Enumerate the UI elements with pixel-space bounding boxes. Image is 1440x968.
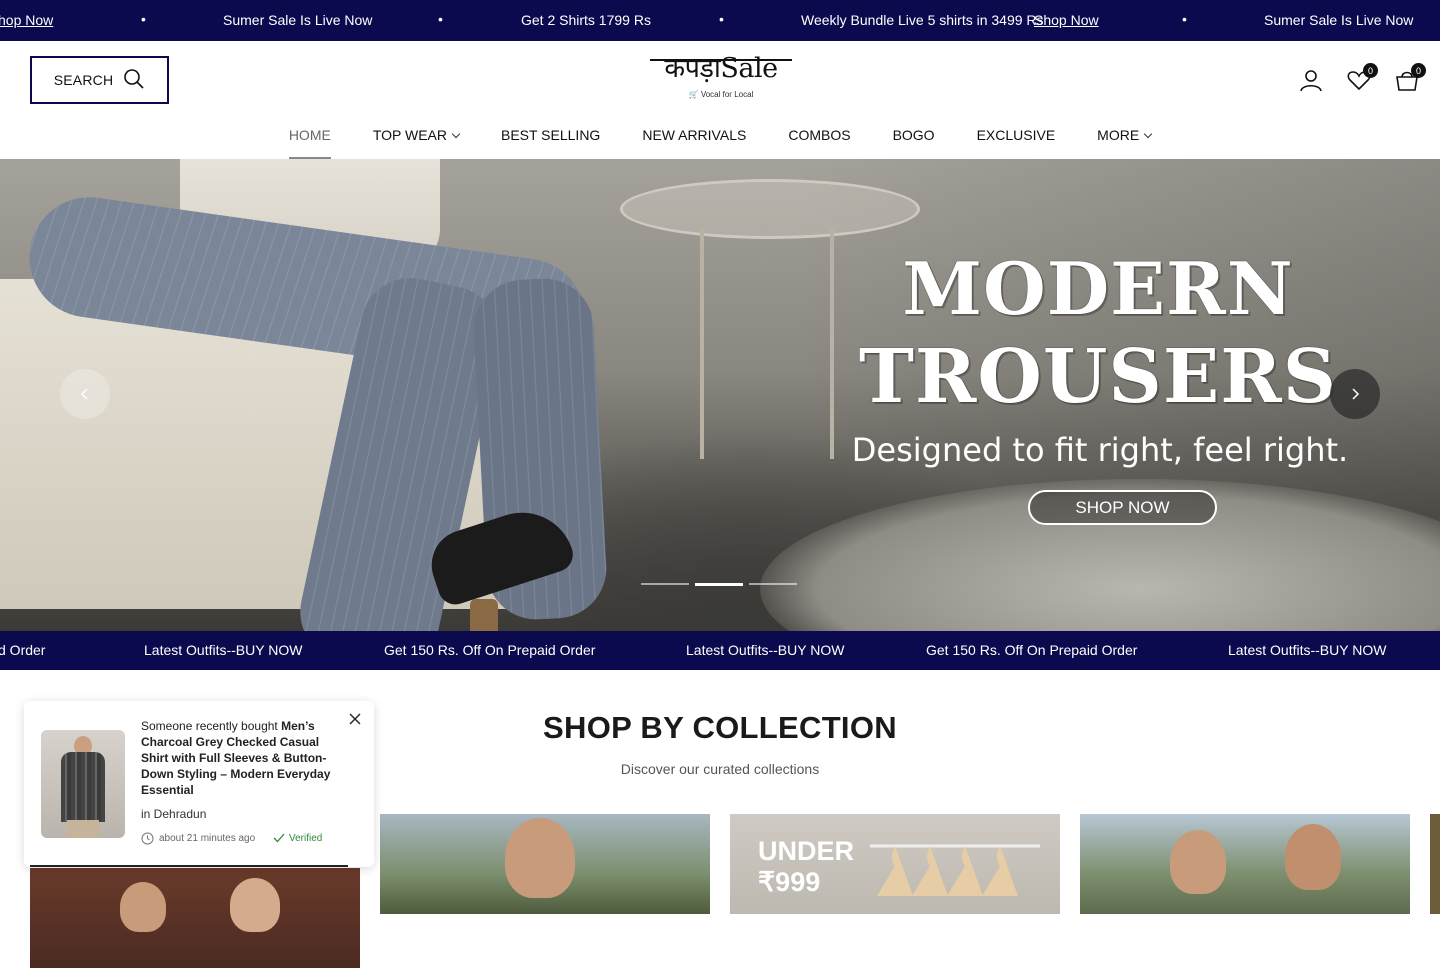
slider-dot[interactable] <box>749 583 797 585</box>
nav-bogo[interactable]: BOGO <box>872 127 956 159</box>
card-model-shape <box>230 878 280 932</box>
collection-card[interactable] <box>30 868 360 968</box>
promo-text[interactable]: Latest Outfits--BUY NOW <box>144 642 302 658</box>
wishlist-count-badge: 0 <box>1363 63 1378 78</box>
promo-text: Get 150 Rs. Off On Prepaid Order <box>926 642 1138 658</box>
hero-title: MODERN TROUSERS <box>858 245 1338 421</box>
slider-next-button[interactable] <box>1330 369 1380 419</box>
hanger-rack-icon <box>870 844 1040 896</box>
hero-shop-now-button[interactable]: SHOP NOW <box>1028 490 1217 525</box>
wishlist-icon[interactable]: 0 <box>1346 63 1378 93</box>
announcement-text: Get 2 Shirts 1799 Rs <box>521 12 651 28</box>
nav-more[interactable]: MORE <box>1076 127 1172 159</box>
hero-sofa-leg <box>470 599 498 631</box>
card-model-shape <box>1170 830 1226 894</box>
announcement-bar: hop Now • Sumer Sale Is Live Now • Get 2… <box>0 0 1440 41</box>
announcement-link[interactable]: hop Now <box>0 12 53 28</box>
hero-table-shape <box>620 179 920 239</box>
thumbnail-model-shirt <box>61 752 105 822</box>
promo-text: Get 150 Rs. Off On Prepaid Order <box>384 642 596 658</box>
separator-dot: • <box>438 11 443 27</box>
search-icon <box>123 68 145 93</box>
hero-slider: MODERN TROUSERS Designed to fit right, f… <box>0 159 1440 631</box>
announcement-text: Sumer Sale Is Live Now <box>1264 12 1414 28</box>
header-actions: 0 0 <box>1298 63 1426 93</box>
slider-dot[interactable] <box>641 583 689 585</box>
card-model-shape <box>1285 824 1341 890</box>
hero-table-leg <box>700 229 704 459</box>
recent-purchase-popup[interactable]: Someone recently bought Men’s Charcoal G… <box>24 701 374 867</box>
promo-text[interactable]: Latest Outfits--BUY NOW <box>1228 642 1386 658</box>
promo-bar: d Order Latest Outfits--BUY NOW Get 150 … <box>0 631 1440 670</box>
chevron-down-icon <box>1143 129 1153 139</box>
nav-best-selling[interactable]: BEST SELLING <box>480 127 621 159</box>
search-label: SEARCH <box>53 72 114 88</box>
popup-progress-bar <box>30 865 348 867</box>
nav-combos[interactable]: COMBOS <box>767 127 871 159</box>
card-model-shape <box>505 818 575 898</box>
site-header: SEARCH कपड़ाSale 🛒 Vocal for Local 0 0 H… <box>0 41 1440 159</box>
collection-card[interactable] <box>1080 814 1410 914</box>
account-icon[interactable] <box>1298 67 1324 93</box>
hero-table-leg <box>830 229 834 459</box>
collection-card[interactable] <box>1430 814 1440 914</box>
popup-message: Someone recently bought Men’s Charcoal G… <box>141 718 346 798</box>
nav-new-arrivals[interactable]: NEW ARRIVALS <box>621 127 767 159</box>
popup-prefix: Someone recently bought <box>141 719 278 733</box>
popup-time: about 21 minutes ago <box>141 832 255 845</box>
slider-dot-active[interactable] <box>695 583 743 586</box>
cart-icon[interactable]: 0 <box>1394 63 1426 93</box>
separator-dot: • <box>1182 11 1187 27</box>
thumbnail-model-pants <box>67 820 99 838</box>
site-logo[interactable]: कपड़ाSale 🛒 Vocal for Local <box>646 54 796 104</box>
card-model-shape <box>120 882 166 932</box>
announcement-text: Sumer Sale Is Live Now <box>223 12 373 28</box>
slider-dots <box>641 583 797 586</box>
chevron-right-icon <box>1352 388 1360 400</box>
card-price-tag: UNDER ₹999 <box>758 836 855 897</box>
promo-text: d Order <box>0 642 46 658</box>
product-thumbnail[interactable] <box>41 730 125 838</box>
announcement-link[interactable]: Shop Now <box>1034 12 1099 28</box>
check-icon <box>273 833 285 843</box>
collection-card-under-999[interactable]: UNDER ₹999 <box>730 814 1060 914</box>
search-button[interactable]: SEARCH <box>30 56 169 104</box>
nav-home[interactable]: HOME <box>268 127 352 159</box>
collection-card[interactable] <box>380 814 710 914</box>
chevron-left-icon <box>80 388 88 400</box>
main-nav: HOME TOP WEAR BEST SELLING NEW ARRIVALS … <box>0 127 1440 159</box>
verified-badge: Verified <box>273 832 322 844</box>
chevron-down-icon <box>451 129 461 139</box>
hero-title-line2: TROUSERS <box>858 334 1338 420</box>
popup-location: in Dehradun <box>141 807 207 821</box>
separator-dot: • <box>141 11 146 27</box>
promo-text[interactable]: Latest Outfits--BUY NOW <box>686 642 844 658</box>
cart-count-badge: 0 <box>1411 63 1426 78</box>
hero-title-line1: MODERN <box>902 246 1294 331</box>
clock-icon <box>141 832 154 845</box>
nav-top-wear[interactable]: TOP WEAR <box>352 127 480 159</box>
separator-dot: • <box>719 11 724 27</box>
announcement-text: Weekly Bundle Live 5 shirts in 3499 Rs <box>801 12 1044 28</box>
logo-tagline: 🛒 Vocal for Local <box>688 90 754 99</box>
slider-prev-button[interactable] <box>60 369 110 419</box>
logo-rule <box>650 59 792 61</box>
hero-subtitle: Designed to fit right, feel right. <box>851 431 1349 469</box>
close-icon[interactable] <box>348 712 362 726</box>
nav-exclusive[interactable]: EXCLUSIVE <box>956 127 1077 159</box>
